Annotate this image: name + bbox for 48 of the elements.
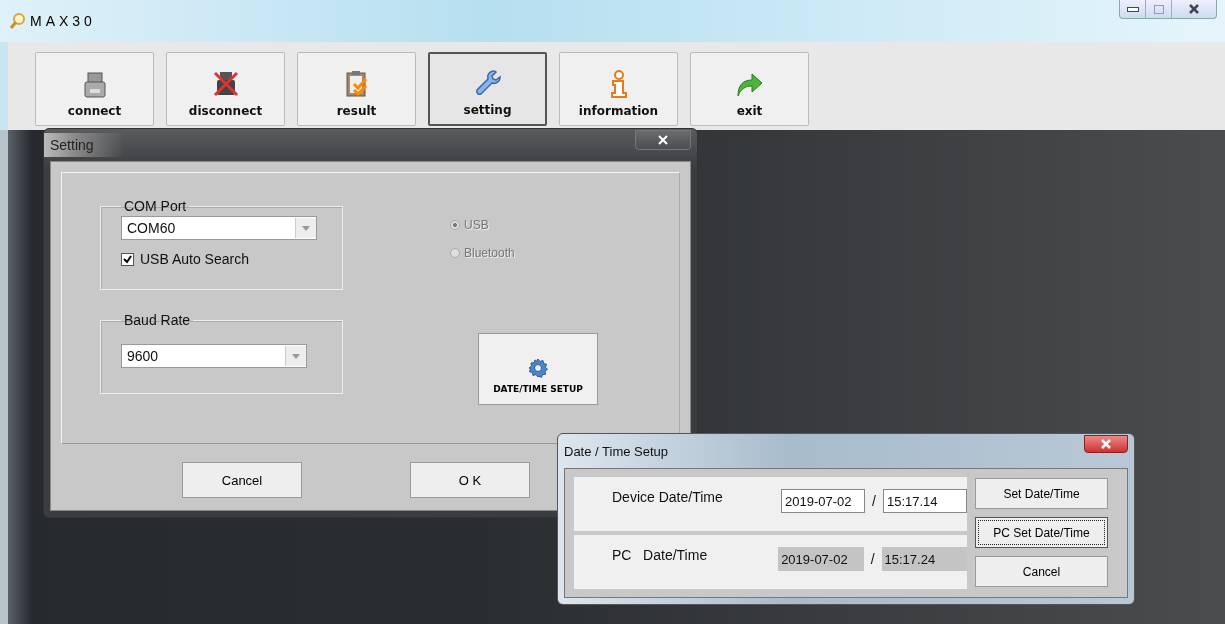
toolbar-button[interactable]: information [559, 52, 678, 126]
arrow-icon [735, 72, 764, 98]
group-label: Baud Rate [123, 312, 192, 328]
date-input-field[interactable]: 2019-07-02 [781, 489, 866, 513]
magnifier-icon [10, 13, 26, 29]
dialog-button[interactable]: O K [410, 462, 530, 498]
time-readout: 15:17.24 [881, 547, 967, 571]
close-icon [1101, 439, 1111, 449]
window-title: MAX30 [30, 13, 96, 29]
usb-drive-icon [83, 72, 106, 98]
dialog-button[interactable]: PC Set Date/Time [975, 517, 1108, 548]
toolbar-button[interactable]: connect [35, 52, 154, 126]
close-icon [1188, 3, 1200, 15]
dialog-title: Setting [44, 133, 124, 157]
time-input-field[interactable]: 15:17.14 [882, 489, 967, 513]
dialog-title: Date / Time Setup [564, 443, 669, 459]
group-label: COM Port [123, 198, 188, 214]
usb-drive-crossed-icon [211, 70, 240, 98]
wrench-icon [473, 69, 502, 97]
info-i-icon [608, 70, 629, 98]
separator-text: / [872, 493, 876, 509]
clipboard-check-icon [344, 70, 369, 98]
radio-label: USB [464, 218, 489, 232]
date-time-setup-button[interactable]: DATE/TIME SETUP [478, 333, 598, 405]
dialog-button[interactable]: Cancel [975, 556, 1108, 587]
dialog-button[interactable]: Cancel [182, 462, 302, 498]
separator-text: / [870, 551, 875, 567]
toolbar-button[interactable]: result [297, 52, 416, 126]
row-label: PC Date/Time [611, 547, 709, 563]
close-icon [658, 135, 668, 145]
dropdown-field[interactable]: 9600 [121, 344, 307, 368]
close-button[interactable] [1084, 435, 1128, 453]
checkbox[interactable] [121, 252, 134, 266]
dropdown-value: COM60 [127, 220, 176, 236]
close-button[interactable] [635, 130, 691, 150]
radio-label: Bluetooth [464, 246, 515, 260]
gear-icon [528, 358, 548, 378]
dropdown-field[interactable]: COM60 [121, 216, 317, 240]
row-label: Device Date/Time [611, 489, 724, 505]
date-readout: 2019-07-02 [778, 547, 864, 571]
checkbox-label: USB Auto Search [140, 251, 249, 267]
dropdown-value: 9600 [127, 348, 159, 364]
maximize-icon [1153, 4, 1164, 14]
minimize-icon [1126, 6, 1139, 12]
toolbar-button[interactable]: disconnect [166, 52, 285, 126]
toolbar-button[interactable]: setting [428, 52, 547, 126]
dialog-button[interactable]: Set Date/Time [975, 478, 1108, 509]
toolbar-button[interactable]: exit [690, 52, 809, 126]
